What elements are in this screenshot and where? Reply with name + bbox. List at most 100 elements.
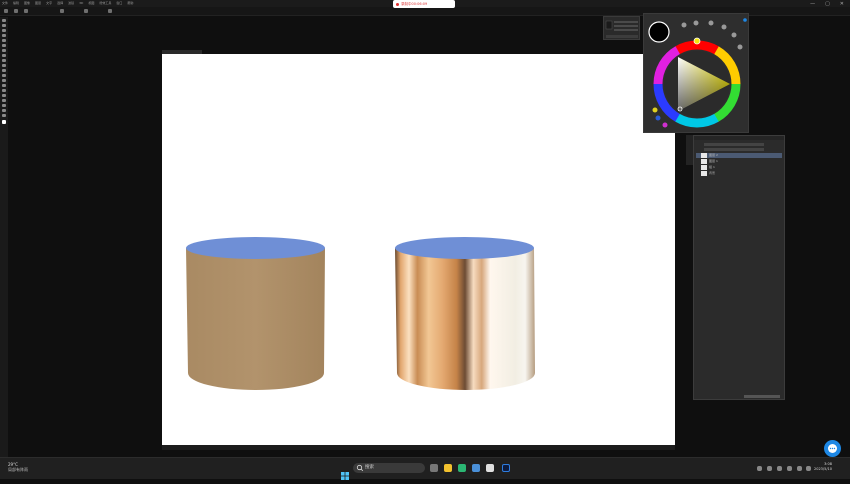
restore-button[interactable]: ▢ [825, 1, 830, 7]
tray-icon[interactable] [777, 466, 782, 471]
tools-panel [0, 17, 8, 457]
brush-tool-icon[interactable] [2, 54, 6, 57]
preset-icon[interactable] [721, 24, 727, 30]
zoom-tool-icon[interactable] [2, 114, 6, 117]
close-button[interactable]: ✕ [840, 1, 844, 7]
windows-start-icon[interactable] [341, 465, 349, 480]
blur-tool-icon[interactable] [2, 79, 6, 82]
metallic-cylinder [395, 237, 535, 390]
blend-mode-bar[interactable] [704, 148, 764, 151]
move-tool-icon[interactable] [2, 19, 6, 22]
canvas-artwork [186, 237, 535, 390]
panel-dock-strip [686, 135, 693, 165]
brush-preset-icon[interactable] [4, 9, 8, 13]
menu-file[interactable]: 文件 [2, 0, 8, 7]
shape-tool-icon[interactable] [2, 104, 6, 107]
volume-icon[interactable] [806, 466, 811, 471]
layer-row[interactable]: 组 1 [696, 165, 782, 170]
gradient-tool-icon[interactable] [2, 74, 6, 77]
swatch-panel[interactable] [603, 16, 640, 40]
layer-thumbnail [701, 171, 707, 176]
menu-layer[interactable]: 图层 [35, 0, 41, 7]
layer-thumbnail [701, 165, 707, 170]
task-view-icon[interactable] [430, 464, 438, 472]
app-icon[interactable] [486, 464, 494, 472]
taskbar [0, 457, 850, 479]
file-explorer-icon[interactable] [444, 464, 452, 472]
layer-name: 组 1 [709, 165, 715, 169]
tray-icon[interactable] [787, 466, 792, 471]
layer-row[interactable]: 图层 1 [696, 159, 782, 164]
preset-icon[interactable] [737, 44, 743, 50]
brush-size-icon[interactable] [14, 9, 18, 13]
swatch-icon[interactable] [662, 122, 668, 128]
settings-icon[interactable] [743, 18, 747, 22]
preset-icon[interactable] [681, 22, 687, 28]
browser-icon[interactable] [458, 464, 466, 472]
type-tool-icon[interactable] [2, 94, 6, 97]
swatch-icon[interactable] [652, 107, 658, 113]
healing-tool-icon[interactable] [2, 49, 6, 52]
eyedropper-tool-icon[interactable] [2, 44, 6, 47]
menu-view[interactable]: 视图 [88, 0, 94, 7]
weather-widget[interactable]: 29°C 局部有阵雨 [8, 462, 28, 472]
lasso-tool-icon[interactable] [2, 29, 6, 32]
record-dot-icon [396, 2, 399, 6]
layer-thumbnail [701, 153, 707, 158]
tray-chevron-icon[interactable] [757, 466, 762, 471]
path-select-tool-icon[interactable] [2, 99, 6, 102]
layer-name: 背景 [709, 171, 716, 175]
opacity-icon[interactable] [84, 9, 88, 13]
layer-filter-bar[interactable] [704, 143, 764, 146]
dodge-tool-icon[interactable] [2, 84, 6, 87]
menu-image[interactable]: 图像 [24, 0, 30, 7]
window-controls: — ▢ ✕ [810, 1, 844, 7]
minimize-button[interactable]: — [810, 1, 815, 7]
taskbar-clock[interactable]: 3:08 2023/5/10 [814, 462, 832, 472]
swatch-icon[interactable] [655, 115, 661, 121]
preset-icon[interactable] [708, 20, 714, 26]
menu-filter[interactable]: 滤镜 [68, 0, 74, 7]
recording-indicator[interactable]: 录制中00:06:09 [393, 0, 455, 8]
app-icon[interactable] [472, 464, 480, 472]
chat-bubble-button[interactable] [824, 440, 841, 457]
recording-label: 录制中00:06:09 [401, 2, 428, 6]
preset-icon[interactable] [693, 20, 699, 26]
hand-tool-icon[interactable] [2, 109, 6, 112]
eraser-tool-icon[interactable] [2, 69, 6, 72]
preset-icon[interactable] [731, 32, 737, 38]
matte-cylinder [186, 237, 325, 390]
foreground-color-swatch[interactable] [2, 120, 6, 124]
chat-icon [828, 444, 837, 453]
foreground-color-swatch[interactable] [648, 21, 670, 43]
layer-row[interactable]: 背景 [696, 171, 782, 176]
pen-tool-icon[interactable] [2, 89, 6, 92]
mode-dropdown-icon[interactable] [60, 9, 64, 13]
hue-picker[interactable] [693, 37, 701, 45]
taskbar-search[interactable]: 搜索 [353, 463, 425, 473]
canvas[interactable] [162, 54, 675, 445]
menu-select[interactable]: 选择 [57, 0, 63, 7]
marquee-tool-icon[interactable] [2, 24, 6, 27]
brush-settings-icon[interactable] [24, 9, 28, 13]
crop-tool-icon[interactable] [2, 39, 6, 42]
layer-actions-bar[interactable] [744, 395, 780, 398]
menu-window[interactable]: 窗口 [116, 0, 122, 7]
history-brush-tool-icon[interactable] [2, 64, 6, 67]
wifi-icon[interactable] [797, 466, 802, 471]
menu-3d[interactable]: 3D [79, 0, 83, 7]
layer-thumbnail [701, 159, 707, 164]
weather-desc: 局部有阵雨 [8, 467, 28, 472]
flow-icon[interactable] [108, 9, 112, 13]
menu-edit[interactable]: 编辑 [13, 0, 19, 7]
menu-plugins[interactable]: 增效工具 [99, 0, 111, 7]
menu-help[interactable]: 帮助 [127, 0, 133, 7]
quick-select-tool-icon[interactable] [2, 34, 6, 37]
layers-panel[interactable]: 图层 2 图层 1 组 1 背景 [693, 135, 785, 400]
tray-icon[interactable] [767, 466, 772, 471]
color-wheel-panel[interactable] [643, 13, 749, 133]
photoshop-icon[interactable] [502, 464, 510, 472]
layer-row[interactable]: 图层 2 [696, 153, 782, 158]
stamp-tool-icon[interactable] [2, 59, 6, 62]
menu-type[interactable]: 文字 [46, 0, 52, 7]
